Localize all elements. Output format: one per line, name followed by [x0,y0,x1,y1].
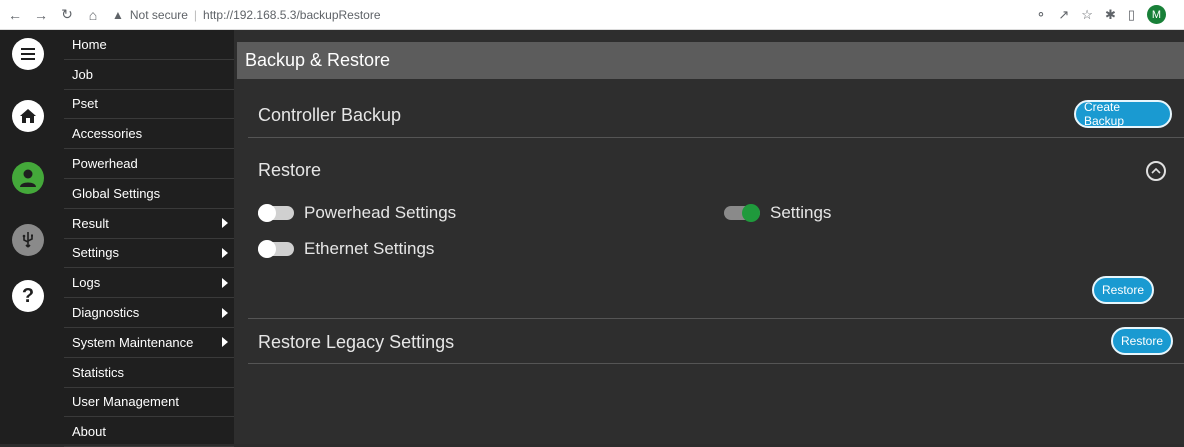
sidebar-item-system-maintenance[interactable]: System Maintenance [64,328,234,358]
home-browser-icon[interactable]: ⌂ [82,4,104,26]
restore-legacy-button[interactable]: Restore [1111,327,1173,355]
sidebar-item-logs[interactable]: Logs [64,268,234,299]
share-icon[interactable]: ↗ [1058,7,1069,23]
ethernet-settings-label: Ethernet Settings [304,239,435,258]
sidebar-item-label: About [72,424,106,440]
restore-title: Restore [258,160,322,180]
sidebar-item-result[interactable]: Result [64,209,234,239]
reload-icon[interactable]: ↻ [56,4,78,26]
sidebar-item-about[interactable]: About [64,417,234,447]
caret-right-icon [222,307,228,318]
settings-label: Settings [770,203,832,222]
sidebar-item-label: Job [72,66,93,82]
help-icon[interactable]: ? [12,280,44,312]
section-divider [248,363,1184,364]
security-status: Not secure [129,7,188,22]
hamburger-icon[interactable] [12,38,44,70]
sidebar-item-user-management[interactable]: User Management [64,388,234,418]
section-divider [248,318,1184,319]
page-title: Backup & Restore [237,42,1184,79]
sidebar-item-job[interactable]: Job [64,60,234,90]
sidebar-item-label: Accessories [72,126,143,142]
extensions-icon[interactable]: ✱ [1105,7,1116,23]
chevron-up-icon[interactable] [1146,161,1166,181]
sidebar-item-label: User Management [72,394,179,410]
sidebar-item-label: Pset [72,96,99,112]
warning-icon: ▲ [112,7,124,22]
sidebar-item-label: Powerhead [72,156,138,172]
icon-rail: ? [0,30,64,444]
create-backup-button[interactable]: Create Backup [1074,100,1172,128]
sidebar-item-label: Home [72,36,107,52]
sidebar-item-accessories[interactable]: Accessories [64,119,234,150]
settings-toggle[interactable] [724,204,760,222]
address-bar[interactable]: ▲ Not secure | http://192.168.5.3/backup… [112,4,381,26]
url-text[interactable]: http://192.168.5.3/backupRestore [203,8,380,22]
restore-legacy-title: Restore Legacy Settings [258,332,455,352]
sidebar-item-label: Result [72,215,109,231]
caret-right-icon [222,337,228,348]
user-icon[interactable] [12,162,44,194]
toggle-knob [258,204,276,222]
main-content: Backup & Restore Controller Backup Creat… [234,30,1184,444]
sidebar-item-label: Global Settings [72,185,161,201]
ethernet-settings-toggle[interactable] [258,240,294,258]
browser-toolbar: ← → ↻ ⌂ ▲ Not secure | http://192.168.5.… [0,0,1184,30]
sidebar-item-label: System Maintenance [72,334,194,350]
star-icon[interactable]: ☆ [1081,7,1093,23]
sidebar-item-global-settings[interactable]: Global Settings [64,179,234,209]
sidebar-item-label: Settings [72,245,119,261]
powerhead-settings-toggle[interactable] [258,204,294,222]
omnibox-separator: | [193,7,198,22]
key-icon[interactable]: ⚬ [1035,7,1046,23]
section-divider [248,137,1184,138]
sidebar-item-label: Diagnostics [72,305,140,321]
home-icon[interactable] [12,100,44,132]
usb-icon[interactable] [12,224,44,256]
sidebar-item-settings[interactable]: Settings [64,239,234,269]
forward-arrow-icon[interactable]: → [30,4,52,26]
back-arrow-icon[interactable]: ← [4,4,26,26]
caret-right-icon [222,218,228,229]
sidebar-item-pset[interactable]: Pset [64,90,234,120]
controller-backup-title: Controller Backup [258,105,402,125]
caret-right-icon [222,247,228,258]
sidebar-item-diagnostics[interactable]: Diagnostics [64,298,234,328]
toggle-knob [742,204,760,222]
sidebar-menu: Home Job Pset Accessories Powerhead Glob… [64,30,234,447]
caret-right-icon [222,277,228,288]
sidebar-item-label: Statistics [72,364,125,380]
sidebar-item-powerhead[interactable]: Powerhead [64,149,234,179]
sidebar-item-home[interactable]: Home [64,30,234,60]
sidebar-item-statistics[interactable]: Statistics [64,358,234,388]
profile-avatar[interactable]: M [1147,5,1166,24]
powerhead-settings-label: Powerhead Settings [304,203,457,222]
toggle-knob [258,240,276,258]
restore-button[interactable]: Restore [1092,276,1154,304]
side-panel-icon[interactable]: ▯ [1128,7,1135,23]
sidebar-item-label: Logs [72,275,101,291]
